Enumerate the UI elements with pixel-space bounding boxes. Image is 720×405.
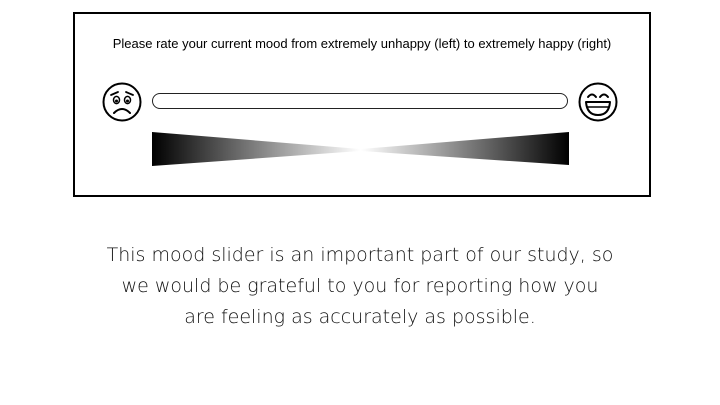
mood-slider-track[interactable] — [152, 93, 568, 109]
mood-intensity-gradient — [152, 132, 569, 166]
mood-prompt: Please rate your current mood from extre… — [112, 36, 612, 51]
mood-rating-panel: Please rate your current mood from extre… — [73, 12, 651, 197]
study-note-line: are feeling as accurately as possible. — [184, 306, 536, 328]
happy-gradient-wedge — [361, 132, 569, 165]
study-note: This mood slider is an important part of… — [60, 240, 660, 333]
unhappy-gradient-wedge — [152, 132, 360, 166]
sad-face-icon — [102, 82, 142, 122]
happy-face-icon — [578, 82, 618, 122]
study-note-line: This mood slider is an important part of… — [106, 244, 614, 266]
study-note-line: we would be grateful to you for reportin… — [121, 275, 599, 297]
